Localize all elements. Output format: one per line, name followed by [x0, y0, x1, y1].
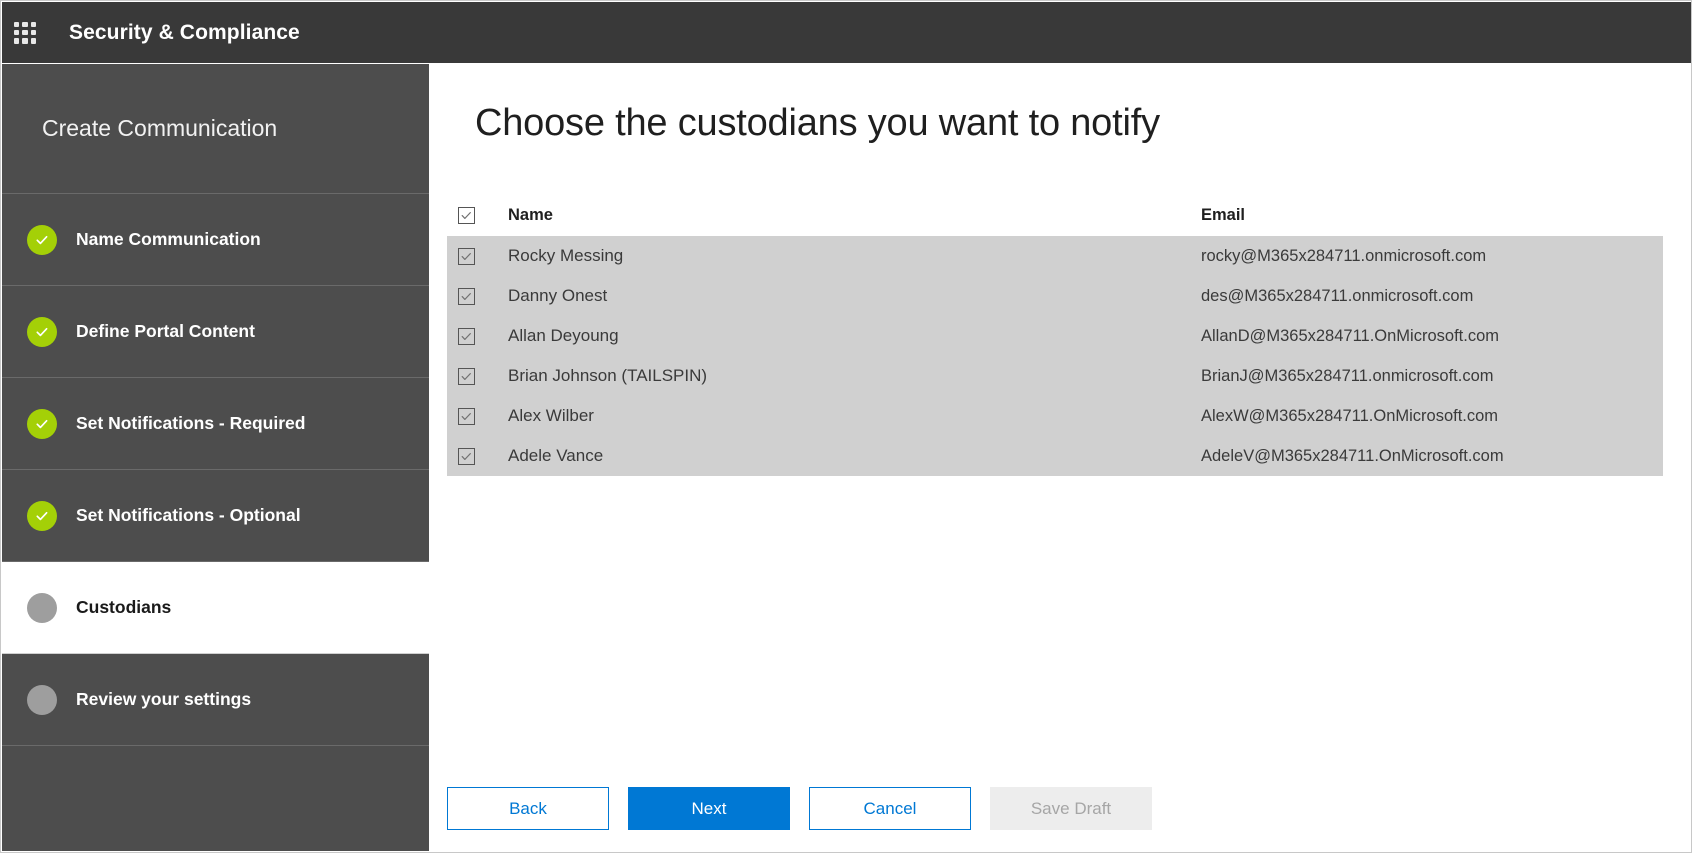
table-row[interactable]: Rocky Messing rocky@M365x284711.onmicros… — [447, 236, 1663, 276]
row-select-cell — [447, 368, 491, 385]
step-complete-check-icon — [27, 409, 57, 439]
table-row[interactable]: Danny Onest des@M365x284711.onmicrosoft.… — [447, 276, 1663, 316]
row-checkbox[interactable] — [458, 248, 475, 265]
column-header-name[interactable]: Name — [491, 206, 1201, 225]
table-row[interactable]: Alex Wilber AlexW@M365x284711.OnMicrosof… — [447, 396, 1663, 436]
step-pending-dot-icon — [27, 685, 57, 715]
step-complete-check-icon — [27, 501, 57, 531]
page-title: Choose the custodians you want to notify — [475, 102, 1160, 145]
cell-name: Alex Wilber — [491, 406, 1201, 426]
application-window: Security & Compliance Create Communicati… — [0, 0, 1692, 853]
sidebar-step-name-communication[interactable]: Name Communication — [2, 194, 429, 286]
select-all-cell — [447, 207, 491, 224]
row-checkbox[interactable] — [458, 368, 475, 385]
cell-email: BrianJ@M365x284711.onmicrosoft.com — [1201, 367, 1663, 386]
cancel-button[interactable]: Cancel — [809, 787, 971, 830]
sidebar-step-label: Custodians — [76, 597, 171, 618]
sidebar-step-label: Set Notifications - Optional — [76, 505, 301, 526]
sidebar-heading: Create Communication — [2, 64, 429, 194]
table-header-row: Name Email — [447, 194, 1663, 236]
save-draft-button: Save Draft — [990, 787, 1152, 830]
row-checkbox[interactable] — [458, 408, 475, 425]
sidebar-step-custodians[interactable]: Custodians — [2, 562, 429, 654]
row-checkbox[interactable] — [458, 448, 475, 465]
cell-email: des@M365x284711.onmicrosoft.com — [1201, 287, 1663, 306]
row-checkbox[interactable] — [458, 288, 475, 305]
row-select-cell — [447, 288, 491, 305]
cell-name: Allan Deyoung — [491, 326, 1201, 346]
cell-email: AlexW@M365x284711.OnMicrosoft.com — [1201, 407, 1663, 426]
suite-title: Security & Compliance — [69, 21, 300, 45]
sidebar-step-label: Name Communication — [76, 229, 261, 250]
back-button[interactable]: Back — [447, 787, 609, 830]
cell-email: rocky@M365x284711.onmicrosoft.com — [1201, 247, 1663, 266]
suite-header-bar: Security & Compliance — [2, 2, 1692, 63]
row-select-cell — [447, 408, 491, 425]
row-select-cell — [447, 248, 491, 265]
sidebar-step-label: Set Notifications - Required — [76, 413, 305, 434]
row-select-cell — [447, 448, 491, 465]
app-launcher-waffle-icon — [14, 22, 36, 44]
step-complete-check-icon — [27, 225, 57, 255]
row-checkbox[interactable] — [458, 328, 475, 345]
step-complete-check-icon — [27, 317, 57, 347]
cell-email: AdeleV@M365x284711.OnMicrosoft.com — [1201, 447, 1663, 466]
app-launcher-button[interactable] — [2, 2, 48, 63]
next-button[interactable]: Next — [628, 787, 790, 830]
sidebar-step-set-notifications-optional[interactable]: Set Notifications - Optional — [2, 470, 429, 562]
table-row[interactable]: Adele Vance AdeleV@M365x284711.OnMicroso… — [447, 436, 1663, 476]
table-row[interactable]: Brian Johnson (TAILSPIN) BrianJ@M365x284… — [447, 356, 1663, 396]
cell-name: Adele Vance — [491, 446, 1201, 466]
cell-email: AllanD@M365x284711.OnMicrosoft.com — [1201, 327, 1663, 346]
cell-name: Brian Johnson (TAILSPIN) — [491, 366, 1201, 386]
step-pending-dot-icon — [27, 593, 57, 623]
cell-name: Rocky Messing — [491, 246, 1201, 266]
sidebar-step-define-portal-content[interactable]: Define Portal Content — [2, 286, 429, 378]
wizard-sidebar: Create Communication Name Communication … — [2, 64, 429, 851]
wizard-footer-actions: Back Next Cancel Save Draft — [447, 787, 1152, 830]
sidebar-step-set-notifications-required[interactable]: Set Notifications - Required — [2, 378, 429, 470]
sidebar-step-label: Review your settings — [76, 689, 251, 710]
column-header-email[interactable]: Email — [1201, 206, 1663, 225]
main-content-pane: Choose the custodians you want to notify… — [429, 64, 1690, 851]
custodians-table: Name Email Rocky Messing rocky@M365x2847… — [447, 194, 1663, 476]
row-select-cell — [447, 328, 491, 345]
table-row[interactable]: Allan Deyoung AllanD@M365x284711.OnMicro… — [447, 316, 1663, 356]
select-all-checkbox[interactable] — [458, 207, 475, 224]
cell-name: Danny Onest — [491, 286, 1201, 306]
sidebar-step-label: Define Portal Content — [76, 321, 255, 342]
sidebar-step-review-your-settings[interactable]: Review your settings — [2, 654, 429, 746]
